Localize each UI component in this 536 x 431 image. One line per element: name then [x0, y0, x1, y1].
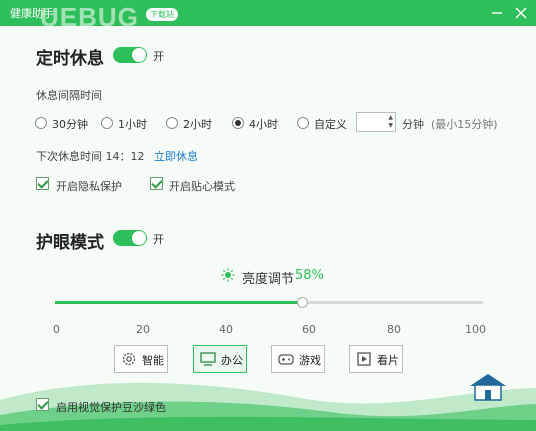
radio-1hour[interactable] [101, 117, 113, 129]
brightness-slider[interactable] [55, 297, 483, 308]
spin-arrows-icon[interactable]: ▲ ▼ [388, 114, 393, 130]
brightness-value: 58% [295, 268, 324, 283]
gear-icon [122, 352, 136, 366]
radio-4hour-label: 4小时 [249, 118, 278, 131]
mode-game-button[interactable]: 游戏 [271, 345, 325, 373]
slider-tick: 80 [387, 323, 401, 336]
eye-care-title: 护眼模式 [36, 233, 104, 253]
rest-timer-toggle-label: 开 [153, 50, 164, 63]
close-button[interactable] [512, 4, 530, 22]
rest-now-link[interactable]: 立即休息 [154, 148, 198, 164]
house-icon [470, 374, 506, 401]
minimize-button[interactable] [488, 4, 506, 22]
radio-30min[interactable] [35, 117, 47, 129]
green-background-checkbox[interactable] [36, 398, 49, 411]
minimize-icon [492, 12, 502, 14]
toggle-knob [132, 231, 146, 245]
caring-mode-label: 开启贴心模式 [169, 180, 235, 193]
slider-tick: 20 [136, 323, 150, 336]
mode-game-label: 游戏 [299, 354, 321, 367]
mode-office-label: 办公 [221, 354, 243, 367]
title-bar: 健康助手 UEBUG 下载站 [0, 0, 536, 32]
watermark-badge: 下载站 [146, 8, 178, 21]
slider-tick: 100 [465, 323, 486, 336]
slider-handle[interactable] [297, 297, 309, 308]
next-rest-time: 下次休息时间 14：12 [36, 150, 145, 163]
gamepad-icon [278, 354, 294, 365]
radio-2hour-label: 2小时 [183, 118, 212, 131]
slider-tick: 40 [219, 323, 233, 336]
privacy-label: 开启隐私保护 [56, 180, 122, 193]
custom-hint: (最小15分钟) [431, 118, 498, 131]
radio-30min-label: 30分钟 [52, 118, 88, 131]
radio-4hour[interactable] [232, 117, 244, 129]
sun-icon [221, 268, 235, 282]
mode-smart-label: 智能 [142, 354, 164, 367]
mode-movie-label: 看片 [377, 354, 399, 367]
film-icon [357, 352, 371, 366]
watermark-logo: UEBUG [40, 2, 139, 32]
brightness-label: 亮度调节 [242, 272, 295, 287]
caring-mode-checkbox[interactable] [150, 177, 163, 190]
custom-minutes-spinbox[interactable]: ▲ ▼ [356, 112, 396, 132]
eye-care-toggle[interactable] [113, 230, 147, 246]
toggle-knob [132, 48, 146, 62]
radio-custom-label: 自定义 [314, 118, 347, 131]
monitor-icon [200, 352, 216, 366]
slider-fill [55, 301, 304, 304]
mode-movie-button[interactable]: 看片 [349, 345, 403, 373]
slider-tick: 60 [302, 323, 316, 336]
mode-office-button[interactable]: 办公 [193, 345, 247, 373]
rest-timer-title: 定时休息 [36, 49, 104, 69]
radio-custom[interactable] [297, 117, 309, 129]
slider-tick: 0 [53, 323, 60, 336]
radio-1hour-label: 1小时 [118, 118, 147, 131]
interval-label: 休息间隔时间 [36, 89, 102, 102]
mode-smart-button[interactable]: 智能 [114, 345, 168, 373]
custom-unit-label: 分钟 [402, 118, 424, 131]
eye-care-toggle-label: 开 [153, 233, 164, 246]
privacy-checkbox[interactable] [36, 177, 49, 190]
radio-2hour[interactable] [166, 117, 178, 129]
green-background-label: 启用视觉保护豆沙绿色 [56, 401, 166, 414]
close-icon [515, 7, 527, 19]
rest-timer-toggle[interactable] [113, 47, 147, 63]
